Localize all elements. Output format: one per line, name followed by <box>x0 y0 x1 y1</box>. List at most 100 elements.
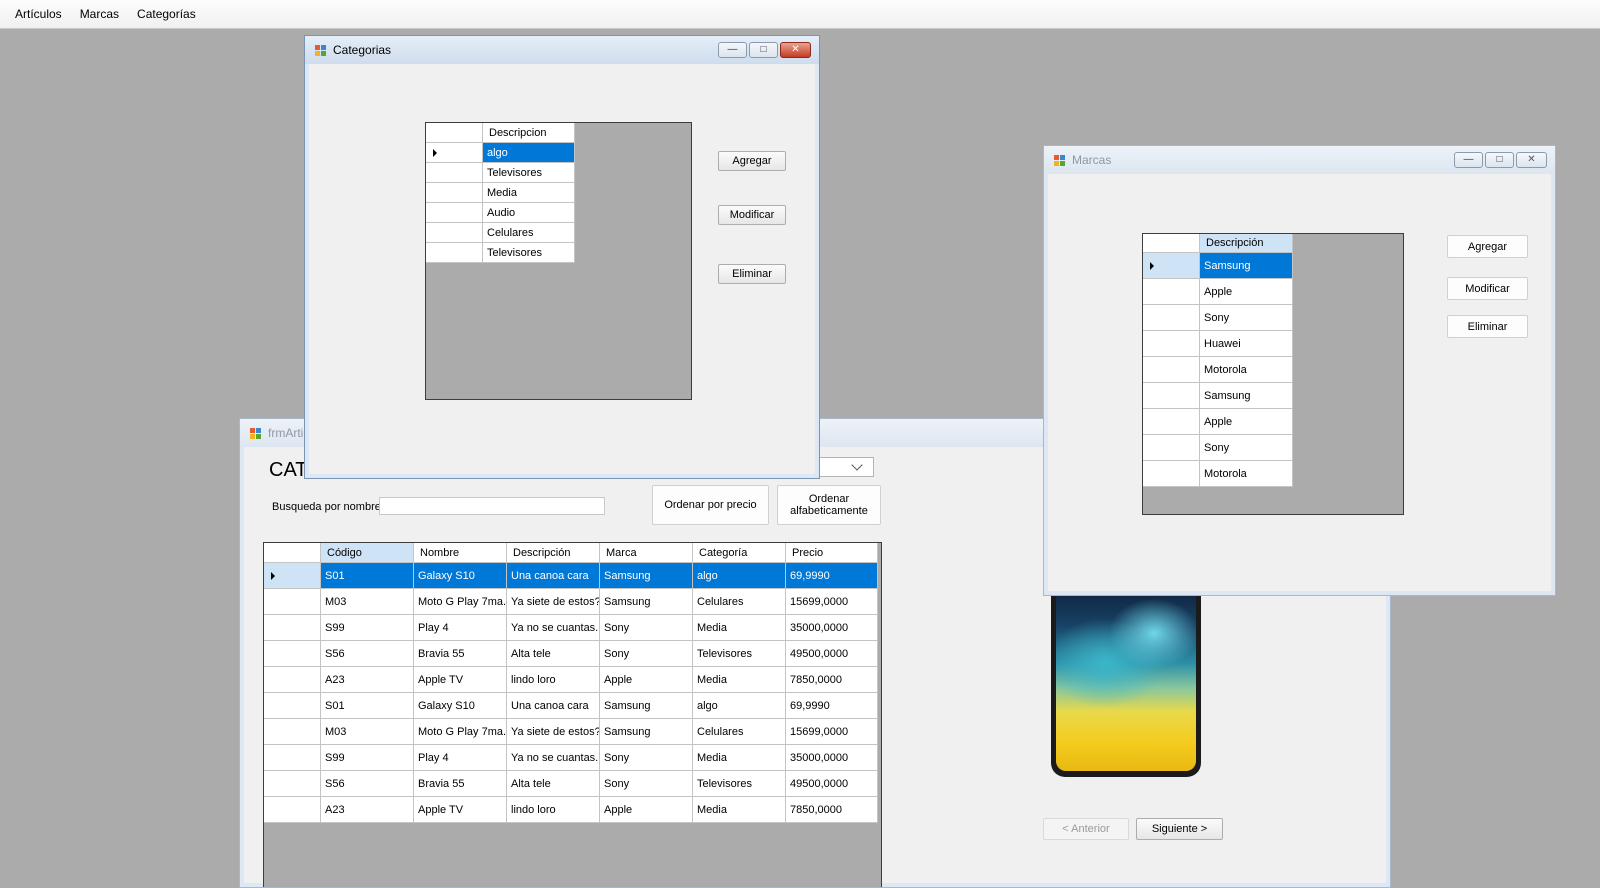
minimize-icon[interactable]: — <box>718 42 747 58</box>
cell-descripcion[interactable]: Motorola <box>1200 357 1293 383</box>
cell-descripcion[interactable]: Ya no se cuantas... <box>507 615 600 641</box>
row-header[interactable] <box>264 745 321 771</box>
close-icon[interactable]: ✕ <box>1516 152 1547 168</box>
list-item[interactable]: Audio <box>426 203 575 223</box>
minimize-icon[interactable]: — <box>1454 152 1483 168</box>
cell-precio[interactable]: 15699,0000 <box>786 589 878 615</box>
cell-marca[interactable]: Sony <box>600 771 693 797</box>
table-row[interactable]: M03 Moto G Play 7ma... Ya siete de estos? S… <box>264 589 881 615</box>
cell-precio[interactable]: 49500,0000 <box>786 641 878 667</box>
cell-categoria[interactable]: algo <box>693 563 786 589</box>
list-item[interactable]: Sony <box>1143 435 1293 461</box>
table-row[interactable]: S99 Play 4 Ya no se cuantas... Sony Media 350… <box>264 745 881 771</box>
col-descripcion[interactable]: Descripción <box>1200 234 1293 253</box>
cell-nombre[interactable]: Galaxy S10 <box>414 563 507 589</box>
row-header[interactable] <box>264 667 321 693</box>
list-item[interactable]: Samsung <box>1143 253 1293 279</box>
cell-marca[interactable]: Samsung <box>600 719 693 745</box>
menu-marcas[interactable]: Marcas <box>71 0 128 29</box>
cell-nombre[interactable]: Moto G Play 7ma... <box>414 589 507 615</box>
cell-descripcion[interactable]: Motorola <box>1200 461 1293 487</box>
cell-codigo[interactable]: M03 <box>321 589 414 615</box>
cell-descripcion[interactable]: algo <box>483 143 575 163</box>
categorias-grid[interactable]: Descripcion algo Televisores Media Audio Cel… <box>425 122 692 400</box>
cell-codigo[interactable]: A23 <box>321 797 414 823</box>
cell-descripcion[interactable]: lindo loro <box>507 667 600 693</box>
cell-precio[interactable]: 35000,0000 <box>786 745 878 771</box>
cell-marca[interactable]: Sony <box>600 615 693 641</box>
col-precio[interactable]: Precio <box>786 543 878 563</box>
row-header[interactable] <box>264 641 321 667</box>
add-brand-button[interactable]: Agregar <box>1447 235 1528 258</box>
cell-descripcion[interactable]: Sony <box>1200 305 1293 331</box>
row-header[interactable] <box>1143 331 1200 357</box>
cell-precio[interactable]: 35000,0000 <box>786 615 878 641</box>
cell-precio[interactable]: 7850,0000 <box>786 797 878 823</box>
cell-descripcion[interactable]: Samsung <box>1200 383 1293 409</box>
cell-descripcion[interactable]: Sony <box>1200 435 1293 461</box>
cell-marca[interactable]: Samsung <box>600 693 693 719</box>
next-button[interactable]: Siguiente > <box>1136 818 1223 840</box>
sort-by-price-button[interactable]: Ordenar por precio <box>652 485 769 525</box>
row-header[interactable] <box>264 615 321 641</box>
maximize-icon[interactable]: □ <box>749 42 778 58</box>
row-header[interactable] <box>426 183 483 203</box>
row-header[interactable] <box>1143 253 1200 279</box>
list-item[interactable]: algo <box>426 143 575 163</box>
table-row[interactable]: S01 Galaxy S10 Una canoa cara Samsung algo 69… <box>264 693 881 719</box>
cell-precio[interactable]: 15699,0000 <box>786 719 878 745</box>
cell-marca[interactable]: Apple <box>600 667 693 693</box>
row-header[interactable] <box>426 163 483 183</box>
cell-codigo[interactable]: S01 <box>321 563 414 589</box>
cell-descripcion[interactable]: Una canoa cara <box>507 693 600 719</box>
row-header[interactable] <box>1143 357 1200 383</box>
row-header[interactable] <box>1143 279 1200 305</box>
list-item[interactable]: Celulares <box>426 223 575 243</box>
cell-categoria[interactable]: Televisores <box>693 641 786 667</box>
cell-marca[interactable]: Samsung <box>600 589 693 615</box>
table-row[interactable]: M03 Moto G Play 7ma... Ya siete de estos? S… <box>264 719 881 745</box>
previous-button[interactable]: < Anterior <box>1043 818 1129 840</box>
row-header[interactable] <box>264 693 321 719</box>
list-item[interactable]: Sony <box>1143 305 1293 331</box>
list-item[interactable]: Apple <box>1143 279 1293 305</box>
articles-grid[interactable]: Código Nombre Descripción Marca Categorí… <box>263 542 882 887</box>
col-descripcion[interactable]: Descripcion <box>483 123 575 143</box>
edit-brand-button[interactable]: Modificar <box>1447 277 1528 300</box>
cell-descripcion[interactable]: Una canoa cara <box>507 563 600 589</box>
cell-precio[interactable]: 7850,0000 <box>786 667 878 693</box>
table-row[interactable]: A23 Apple TV lindo loro Apple Media 7850,0000 <box>264 667 881 693</box>
cell-codigo[interactable]: S56 <box>321 771 414 797</box>
menu-articulos[interactable]: Artículos <box>6 0 71 29</box>
row-header[interactable] <box>1143 435 1200 461</box>
cell-descripcion[interactable]: Televisores <box>483 243 575 263</box>
sort-alphabetically-button[interactable]: Ordenar alfabeticamente <box>777 485 881 525</box>
close-icon[interactable]: ✕ <box>780 42 811 58</box>
table-row[interactable]: A23 Apple TV lindo loro Apple Media 7850,0000 <box>264 797 881 823</box>
cell-codigo[interactable]: S01 <box>321 693 414 719</box>
cell-descripcion[interactable]: Audio <box>483 203 575 223</box>
table-row[interactable]: S01 Galaxy S10 Una canoa cara Samsung algo 69… <box>264 563 881 589</box>
list-item[interactable]: Huawei <box>1143 331 1293 357</box>
list-item[interactable]: Motorola <box>1143 461 1293 487</box>
maximize-icon[interactable]: □ <box>1485 152 1514 168</box>
cell-descripcion[interactable]: Huawei <box>1200 331 1293 357</box>
cell-categoria[interactable]: Media <box>693 745 786 771</box>
row-header[interactable] <box>264 719 321 745</box>
search-input[interactable] <box>379 497 605 515</box>
cell-categoria[interactable]: Televisores <box>693 771 786 797</box>
cell-descripcion[interactable]: Celulares <box>483 223 575 243</box>
cell-descripcion[interactable]: Ya siete de estos? <box>507 589 600 615</box>
col-descripcion[interactable]: Descripción <box>507 543 600 563</box>
cell-descripcion[interactable]: lindo loro <box>507 797 600 823</box>
cell-precio[interactable]: 49500,0000 <box>786 771 878 797</box>
cell-precio[interactable]: 69,9990 <box>786 693 878 719</box>
cell-categoria[interactable]: Media <box>693 797 786 823</box>
row-header[interactable] <box>264 797 321 823</box>
list-item[interactable]: Televisores <box>426 163 575 183</box>
row-header[interactable] <box>1143 383 1200 409</box>
list-item[interactable]: Samsung <box>1143 383 1293 409</box>
categorias-titlebar[interactable]: Categorias — □ ✕ <box>305 36 819 64</box>
delete-brand-button[interactable]: Eliminar <box>1447 315 1528 338</box>
cell-descripcion[interactable]: Alta tele <box>507 641 600 667</box>
